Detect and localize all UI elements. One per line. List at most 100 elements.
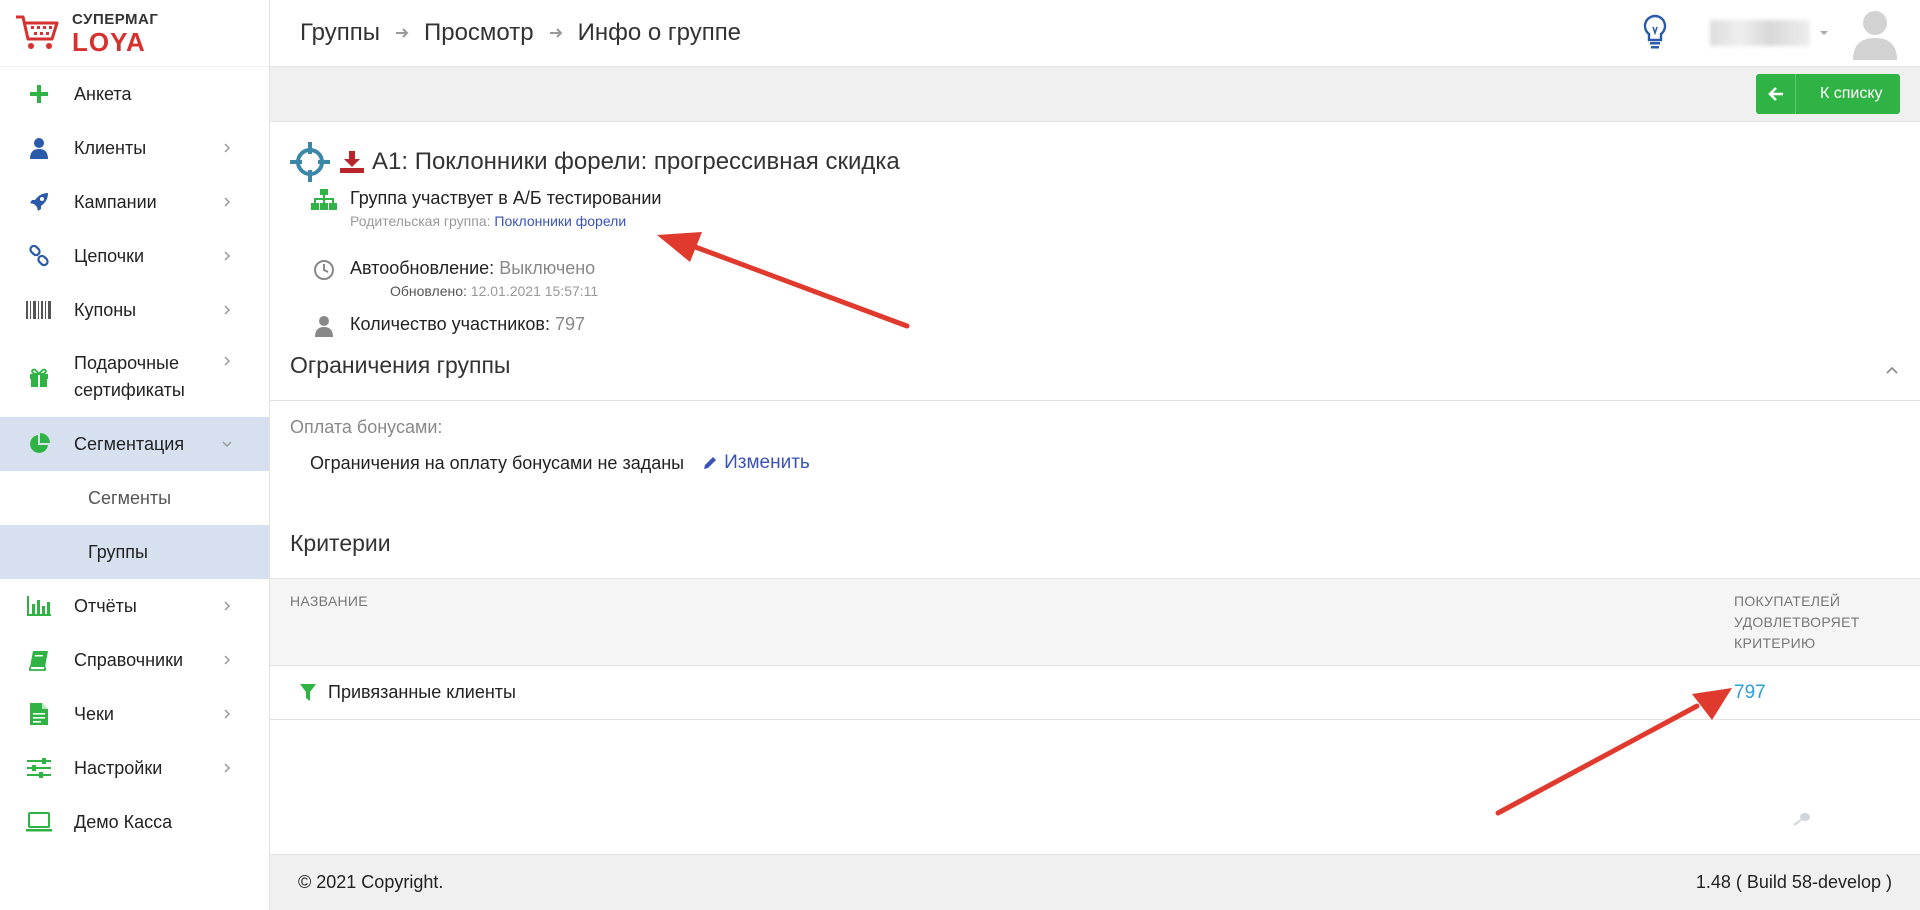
updated-label: Обновлено: [390,283,467,300]
sidebar-item-chains[interactable]: Цепочки [0,229,269,283]
arrow-right-icon [395,28,409,38]
parent-group: Родительская группа: Поклонники форели [350,211,661,232]
clock-icon [310,256,338,284]
avatar[interactable] [1850,6,1900,60]
copyright-text: © 2021 Copyright. [298,872,444,892]
sidebar-item-campaigns[interactable]: Кампании [0,175,269,229]
header-user-area [1640,6,1920,60]
logo-brand: СУПЕРМАГ [72,10,159,28]
chevron-right-icon [224,709,231,719]
sidebar-item-reports[interactable]: Отчёты [0,579,269,633]
link-chain-icon [26,243,52,269]
sidebar-item-demo-cash[interactable]: Демо Касса [0,795,269,849]
sidebar-item-settings[interactable]: Настройки [0,741,269,795]
chevron-right-icon [224,601,231,611]
ab-testing-info: Группа участвует в А/Б тестировании Роди… [310,186,661,232]
chevron-right-icon [224,251,231,261]
gift-icon [26,364,52,390]
pin-icon [1793,813,1810,826]
sidebar-item-receipts[interactable]: Чеки [0,687,269,741]
hierarchy-icon [310,186,338,214]
sidebar-item-label: Кампании [74,191,157,212]
autoupdate-text: Автообновление: Выключено [350,256,598,281]
section-divider [270,400,1920,401]
chevron-right-icon [224,197,231,207]
chevron-right-icon [224,143,231,153]
arrow-left-icon [1756,74,1796,114]
group-name: A1: Поклонники форели: прогрессивная ски… [372,148,900,175]
sidebar-item-directories[interactable]: Справочники [0,633,269,687]
sidebar-item-clients[interactable]: Клиенты [0,121,269,175]
user-name-blurred[interactable] [1710,20,1810,46]
sidebar-item-label: Купоны [74,299,137,320]
group-title: A1: Поклонники форели: прогрессивная ски… [290,142,900,182]
sidebar-item-label: Анкета [74,83,132,104]
download-icon[interactable] [340,151,364,173]
sidebar-subitem-label: Сегменты [88,487,172,508]
chevron-down-icon [222,441,232,448]
logo[interactable]: СУПЕРМАГ LOYA [0,0,269,67]
sidebar-item-anketa[interactable]: Анкета [0,67,269,121]
sidebar-item-label: Отчёты [74,595,137,616]
sidebar-subitem-label: Группы [88,541,148,562]
bonus-restriction-row: Ограничения на оплату бонусами не заданы… [310,452,810,474]
chevron-right-icon [224,356,231,366]
sidebar-item-label: Настройки [74,757,163,778]
caret-down-icon[interactable] [1818,27,1830,39]
sidebar-item-segmentation[interactable]: Сегментация [0,417,269,471]
footer: © 2021 Copyright. 1.48 ( Build 58-develo… [270,854,1920,910]
updated-at: Обновлено: 12.01.2021 15:57:11 [350,281,598,302]
sidebar-item-label: Чеки [74,703,114,724]
sidebar-item-label: Клиенты [74,137,147,158]
back-to-list-button[interactable]: К списку [1756,74,1900,114]
user-icon [26,135,52,161]
sidebar-item-label: Цепочки [74,245,144,266]
pencil-icon [704,457,717,469]
toolbar: К списку [270,67,1920,122]
sidebar-item-label: Подарочные сертификаты [74,353,185,400]
criterion-name-cell: Привязанные клиенты [300,682,516,703]
lightbulb-icon[interactable] [1640,13,1670,53]
parent-group-link[interactable]: Поклонники форели [494,213,626,229]
sidebar: СУПЕРМАГ LOYA Анкета Клиенты Кампании Це… [0,0,270,910]
crosshair-target-icon [290,142,330,182]
breadcrumb: Группы Просмотр Инфо о группе [270,19,741,47]
arrow-right-icon [549,28,562,38]
bonus-restriction-text: Ограничения на оплату бонусами не заданы [310,452,685,473]
restrictions-title: Ограничения группы [290,352,511,378]
edit-restrictions-link[interactable]: Изменить [702,452,810,474]
criteria-table-header: НАЗВАНИЕ ПОКУПАТЕЛЕЙ УДОВЛЕТВОРЯЕТ КРИТЕ… [270,578,1920,666]
criteria-title: Критерии [290,530,391,556]
sidebar-item-gift-certificates[interactable]: Подарочные сертификаты [0,337,269,417]
sidebar-item-label: Справочники [74,649,184,670]
chevron-up-icon[interactable] [1884,362,1900,378]
sidebar-item-coupons[interactable]: Купоны [0,283,269,337]
chevron-right-icon [224,655,231,665]
autoupdate-info: Автообновление: Выключено Обновлено: 12.… [310,256,598,302]
person-icon [310,312,338,340]
table-row: Привязанные клиенты 797 [270,666,1920,720]
breadcrumb-item-view[interactable]: Просмотр [424,19,534,47]
main-content: A1: Поклонники форели: прогрессивная ски… [270,122,1920,854]
updated-value: 12.01.2021 15:57:11 [470,283,599,300]
members-text: Количество участников: 797 [350,312,585,337]
criterion-count-link[interactable]: 797 [1734,682,1766,704]
bonus-payment-label: Оплата бонусами: [290,417,443,437]
document-icon [26,701,52,727]
bar-chart-icon [26,593,52,619]
autoupdate-label: Автообновление: [350,258,495,278]
sidebar-subitem-groups[interactable]: Группы [0,525,269,579]
criterion-name: Привязанные клиенты [328,682,516,702]
breadcrumb-item-group-info: Инфо о группе [577,19,742,46]
sidebar-nav: Анкета Клиенты Кампании Цепочки Купоны П… [0,67,269,849]
breadcrumb-item-groups[interactable]: Группы [300,19,380,47]
ab-testing-text: Группа участвует в А/Б тестировании [350,188,662,208]
sidebar-subitem-segments[interactable]: Сегменты [0,471,269,525]
filter-icon [300,683,316,701]
top-header: Группы Просмотр Инфо о группе [270,0,1920,67]
pie-chart-icon [26,431,52,457]
back-to-list-label: К списку [1820,85,1883,102]
sidebar-item-label: Сегментация [74,433,185,454]
barcode-icon [26,297,52,323]
chevron-right-icon [224,763,231,773]
